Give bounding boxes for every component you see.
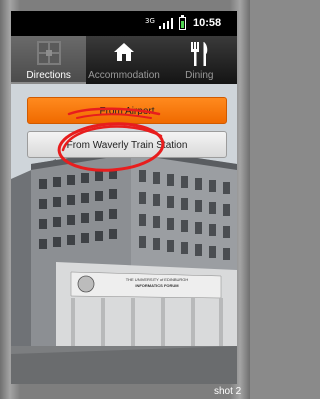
signal-strength-icon	[159, 18, 173, 29]
cutlery-icon	[189, 41, 209, 70]
tab-bar: Directions Accommodation Dining	[11, 36, 237, 84]
status-bar: 3G 10:58	[11, 11, 237, 36]
home-icon	[113, 41, 135, 66]
tab-label-dining: Dining	[185, 70, 214, 81]
directions-grid-icon	[36, 41, 61, 68]
directions-content: THE UNIVERSITY of EDINBURGH INFORMATICS …	[11, 84, 237, 384]
sim-3g-icon: 3G	[145, 18, 155, 29]
sim-label: 3G	[145, 17, 155, 25]
screenshot-caption: shot 2	[214, 386, 242, 397]
tab-label-directions: Directions	[26, 70, 71, 81]
sign-building-name: INFORMATICS FORUM	[135, 283, 179, 288]
tab-dining[interactable]: Dining	[162, 36, 237, 84]
tab-accommodation[interactable]: Accommodation	[86, 36, 161, 84]
informatics-forum-building-photo	[11, 84, 237, 384]
device-screen: 3G 10:58 Directions Accommodation Dining…	[11, 11, 237, 384]
tab-directions[interactable]: Directions	[11, 36, 87, 84]
building-sign: THE UNIVERSITY of EDINBURGH INFORMATICS …	[97, 277, 217, 289]
battery-icon	[179, 15, 186, 30]
from-train-station-button[interactable]: From Waverly Train Station	[27, 131, 227, 158]
tab-label-accommodation: Accommodation	[88, 70, 160, 81]
status-clock: 10:58	[193, 17, 222, 29]
from-airport-button[interactable]: From Airport	[27, 97, 227, 124]
